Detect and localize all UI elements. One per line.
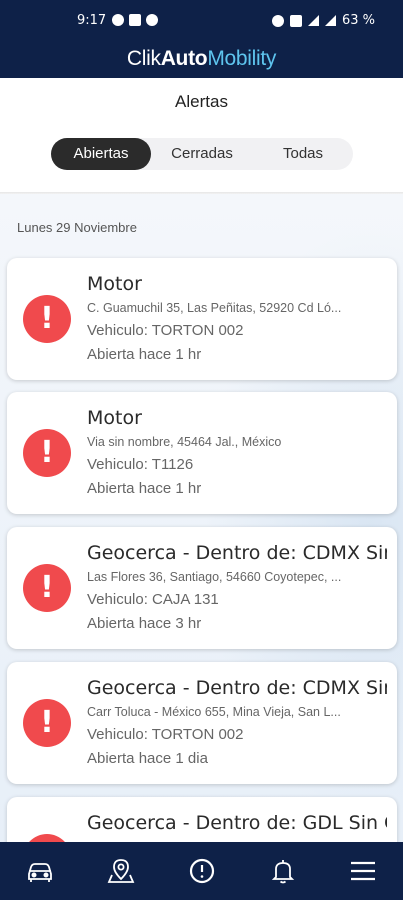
alert-card[interactable]: ! Motor Via sin nombre, 45464 Jal., Méxi…	[7, 392, 397, 514]
status-bar: 9:17 63 %	[0, 0, 403, 40]
menu-icon	[351, 861, 375, 881]
alert-icon: !	[23, 564, 71, 612]
wifi-icon	[307, 15, 319, 26]
alert-icon: !	[23, 834, 71, 842]
nav-menu[interactable]	[348, 856, 378, 886]
alert-card[interactable]: ! Geocerca - Dentro de: CDMX Sin Las Flo…	[7, 527, 397, 649]
brand-logo: ClikAutoMobility	[0, 40, 403, 78]
alert-address: Las Flores 36, Santiago, 54660 Coyotepec…	[87, 570, 342, 584]
image-notification-icon	[129, 14, 141, 26]
date-group-label: Lunes 29 Noviembre	[17, 220, 137, 235]
status-time: 9:17	[77, 13, 107, 28]
alert-vehicle: Vehiculo: CAJA 131	[87, 591, 219, 608]
alert-icon: !	[23, 295, 71, 343]
alert-card[interactable]: ! Motor C. Guamuchil 35, Las Peñitas, 52…	[7, 258, 397, 380]
nav-vehicles[interactable]	[25, 856, 55, 886]
alert-age: Abierta hace 1 dia	[87, 750, 208, 767]
map-pin-icon	[107, 859, 135, 883]
notification-icons	[112, 14, 158, 26]
bell-icon	[271, 860, 295, 884]
battery-level: 63 %	[341, 13, 375, 28]
alert-card[interactable]: ! Geocerca - Dentro de: GDL Sin C	[7, 797, 397, 842]
alert-address: Via sin nombre, 45464 Jal., México	[87, 435, 282, 449]
alert-address: Carr Toluca - México 655, Mina Vieja, Sa…	[87, 705, 341, 719]
signal-icon	[324, 15, 336, 26]
cloud-icon	[146, 14, 158, 26]
alert-circle-icon	[189, 858, 215, 884]
alert-age: Abierta hace 1 hr	[87, 480, 202, 497]
nav-map[interactable]	[106, 856, 136, 886]
tab-abiertas[interactable]: Abiertas	[51, 138, 151, 170]
nav-notifications[interactable]	[268, 856, 298, 886]
alert-icon: !	[23, 429, 71, 477]
alert-icon: !	[23, 699, 71, 747]
tab-todas[interactable]: Todas	[253, 138, 353, 170]
alert-title: Geocerca - Dentro de: GDL Sin C	[87, 812, 387, 834]
alert-address: C. Guamuchil 35, Las Peñitas, 52920 Cd L…	[87, 301, 342, 315]
alert-title: Motor	[87, 273, 142, 295]
tab-cerradas[interactable]: Cerradas	[151, 138, 253, 170]
app-notification-icon	[112, 14, 124, 26]
alert-title: Geocerca - Dentro de: CDMX Sin	[87, 542, 387, 564]
alert-title: Geocerca - Dentro de: CDMX Sin	[87, 677, 387, 699]
page-title: Alertas	[175, 92, 228, 111]
alert-age: Abierta hace 1 hr	[87, 346, 202, 363]
alert-vehicle: Vehiculo: TORTON 002	[87, 726, 244, 743]
brand-part-3: Mobility	[207, 47, 277, 70]
bottom-nav	[0, 842, 403, 900]
brand-part-2: Auto	[160, 47, 208, 70]
app-header: ClikAutoMobility	[0, 40, 403, 78]
alarm-icon	[271, 14, 284, 27]
alert-title: Motor	[87, 407, 142, 429]
vibrate-icon	[289, 14, 302, 27]
brand-part-1: Clik	[126, 47, 161, 70]
alert-age: Abierta hace 3 hr	[87, 615, 202, 632]
nav-alerts[interactable]	[187, 856, 217, 886]
filter-tabs: Abiertas Cerradas Todas	[51, 138, 353, 170]
car-icon	[28, 863, 52, 882]
alerts-list[interactable]: Lunes 29 Noviembre ! Motor C. Guamuchil …	[0, 194, 403, 842]
alert-card[interactable]: ! Geocerca - Dentro de: CDMX Sin Carr To…	[7, 662, 397, 784]
alert-vehicle: Vehiculo: TORTON 002	[87, 322, 244, 339]
alert-vehicle: Vehiculo: T1126	[87, 456, 194, 473]
status-right: 63 %	[271, 13, 375, 28]
